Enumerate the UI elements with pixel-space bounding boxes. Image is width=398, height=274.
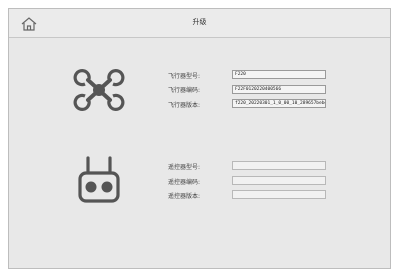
controller-model-field: [232, 161, 326, 170]
aircraft-serial-label: 飞行器编码:: [168, 87, 201, 94]
controller-serial-label: 遥控器编码:: [168, 179, 201, 186]
upgrade-window: 升级 飞行器型号: F220 飞行器编码: F22F0120220400566 …: [8, 8, 391, 269]
controller-version-field: [232, 190, 326, 199]
controller-model-label: 遥控器型号:: [168, 164, 201, 171]
aircraft-model-label: 飞行器型号:: [168, 73, 201, 80]
aircraft-model-field: F220: [232, 70, 326, 79]
controller-version-label: 遥控器版本:: [168, 193, 201, 200]
aircraft-version-field: f220_20220301_1_0_00_10_289657bebd.bin: [232, 99, 326, 108]
remote-controller-icon: [78, 156, 120, 203]
header-bar: 升级: [9, 9, 390, 38]
page-title: 升级: [192, 18, 207, 26]
aircraft-serial-field: F22F0120220400566: [232, 85, 326, 94]
drone-icon: [73, 69, 125, 111]
controller-serial-field: [232, 176, 326, 185]
aircraft-version-label: 飞行器版本:: [168, 102, 201, 109]
